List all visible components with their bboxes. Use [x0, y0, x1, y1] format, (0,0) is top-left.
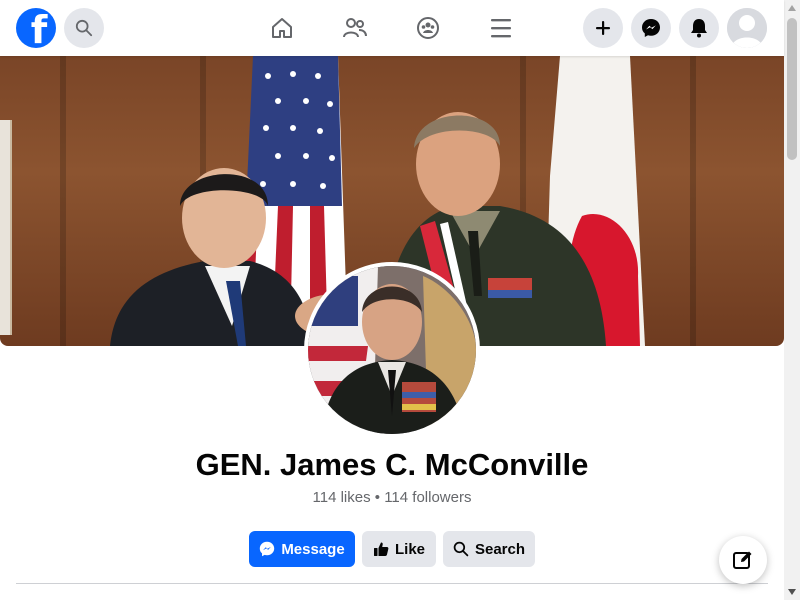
- top-navigation-bar: f: [0, 0, 784, 56]
- search-icon: [75, 19, 93, 37]
- like-button-label: Like: [394, 540, 425, 558]
- friends-icon: [343, 18, 367, 38]
- message-button[interactable]: Message: [249, 531, 355, 567]
- nav-menu[interactable]: [481, 8, 521, 48]
- account-avatar-button[interactable]: [727, 8, 767, 48]
- plus-icon: [596, 21, 610, 35]
- page-like-follower-count[interactable]: 114 likes • 114 followers: [0, 489, 784, 506]
- section-divider: [16, 583, 768, 584]
- nav-home[interactable]: [262, 8, 302, 48]
- groups-icon: [417, 17, 439, 39]
- bell-icon: [691, 19, 707, 38]
- messenger-icon: [642, 19, 660, 37]
- thumbs-up-icon: [373, 542, 389, 556]
- nav-friends[interactable]: [335, 8, 375, 48]
- profile-portrait: [308, 266, 476, 434]
- search-icon: [453, 541, 469, 557]
- messenger-button[interactable]: [631, 8, 671, 48]
- facebook-logo-letter: f: [30, 8, 48, 48]
- message-button-label: Message: [281, 540, 345, 558]
- messenger-icon: [260, 541, 275, 557]
- chevron-down-icon: [788, 589, 796, 595]
- scroll-down-arrow[interactable]: [784, 584, 800, 600]
- nav-groups[interactable]: [408, 8, 448, 48]
- page-title: GEN. James C. McConville: [195, 447, 589, 482]
- menu-icon: [491, 19, 511, 38]
- search-button-label: Search: [474, 540, 526, 558]
- compose-icon: [733, 551, 752, 569]
- new-message-button[interactable]: [719, 536, 767, 584]
- scrollbar-thumb[interactable]: [787, 18, 797, 160]
- facebook-logo-icon[interactable]: f: [16, 8, 56, 48]
- like-button[interactable]: Like: [362, 531, 436, 567]
- home-icon: [272, 18, 292, 38]
- avatar-icon: [727, 8, 767, 48]
- create-button[interactable]: [583, 8, 623, 48]
- search-page-button[interactable]: Search: [443, 531, 535, 567]
- scroll-up-arrow[interactable]: [784, 0, 800, 16]
- search-button[interactable]: [64, 8, 104, 48]
- chevron-up-icon: [788, 5, 796, 11]
- profile-picture[interactable]: [304, 262, 480, 438]
- notifications-button[interactable]: [679, 8, 719, 48]
